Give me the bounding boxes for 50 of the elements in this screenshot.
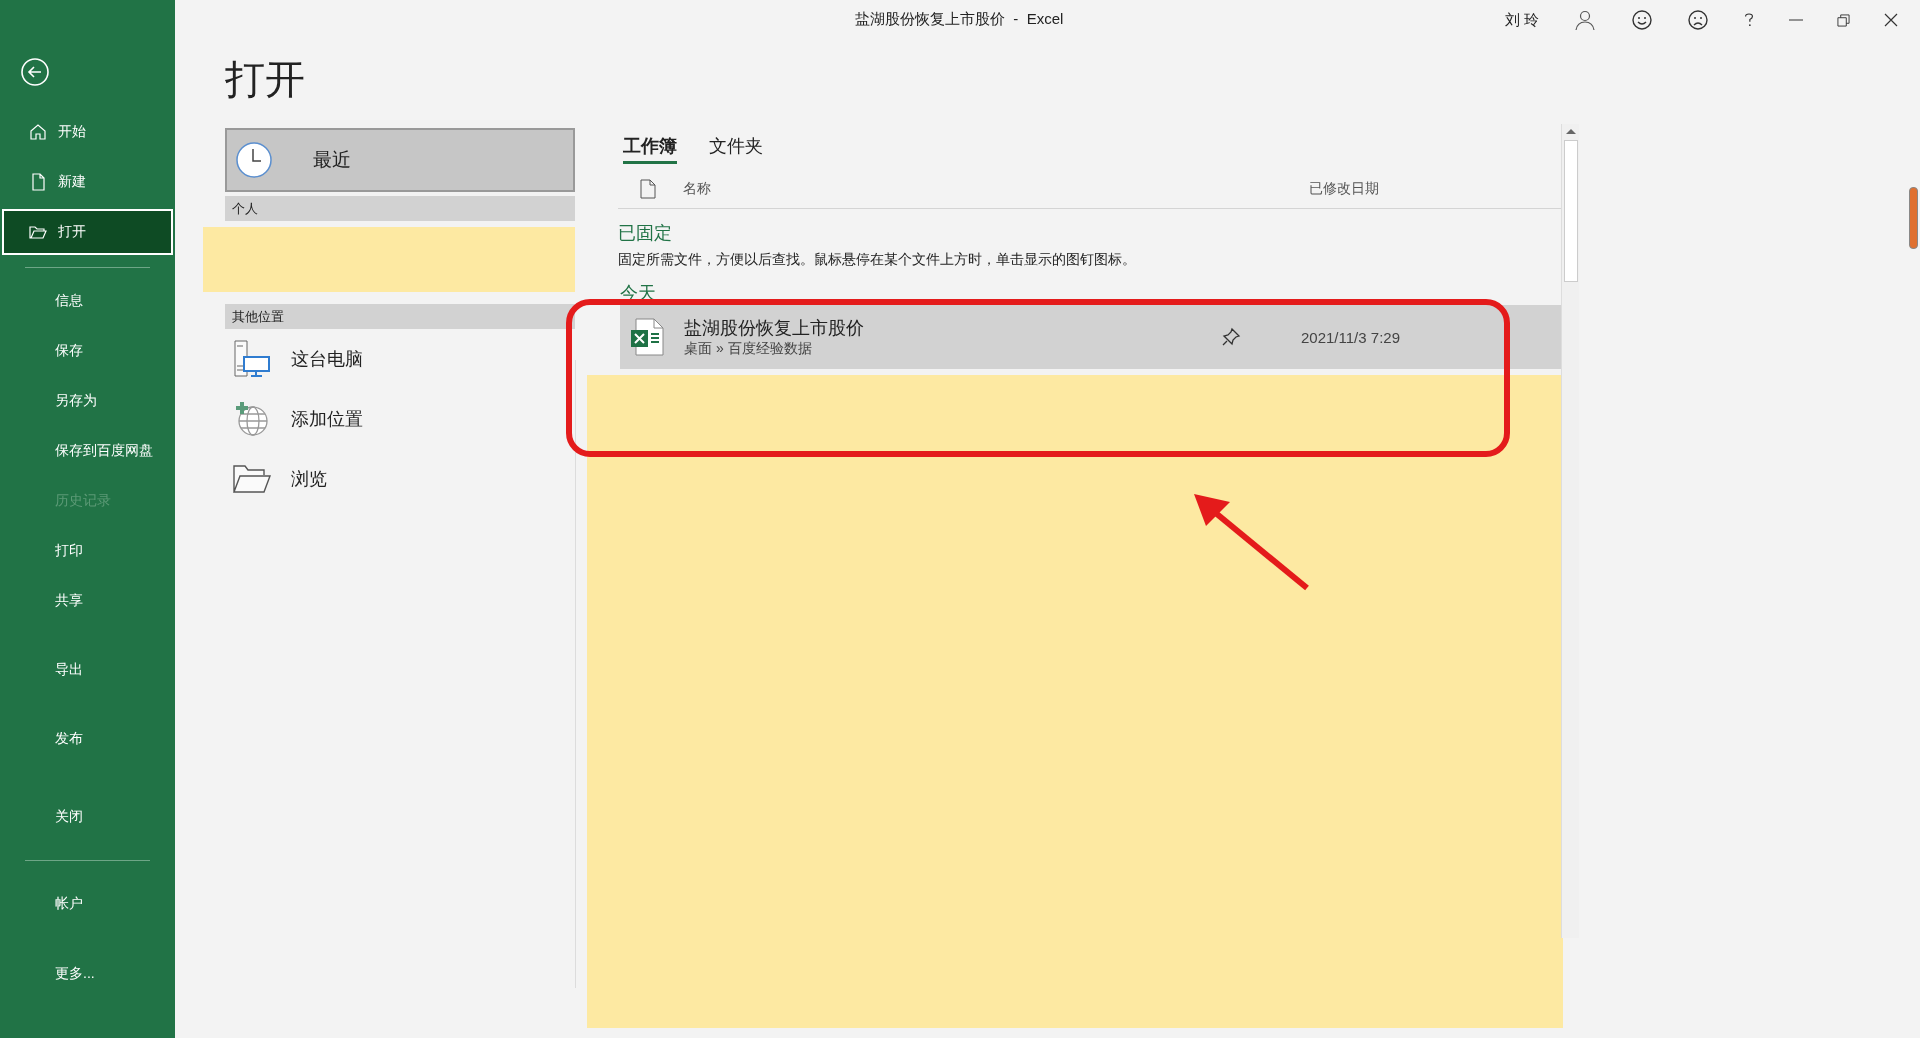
- sidebar-item[interactable]: 打印: [0, 526, 175, 576]
- pin-icon[interactable]: [1221, 327, 1241, 347]
- folder-icon: [233, 465, 271, 493]
- sidebar-item[interactable]: 更多...: [0, 939, 175, 1009]
- user-name: 刘 玲: [1504, 10, 1539, 30]
- smile-icon[interactable]: [1631, 9, 1653, 31]
- scroll-up-icon[interactable]: [1565, 128, 1576, 134]
- sidebar-item[interactable]: 发布: [0, 714, 175, 764]
- restore-icon[interactable]: [1837, 13, 1850, 27]
- sidebar-item[interactable]: 共享: [0, 576, 175, 626]
- section-header: 其他位置: [225, 304, 575, 329]
- computer-icon: [233, 340, 271, 378]
- sidebar-item[interactable]: 打开: [2, 209, 173, 255]
- tab[interactable]: 文件夹: [709, 134, 763, 164]
- sidebar-item[interactable]: 开始: [2, 109, 173, 155]
- sidebar-item[interactable]: 保存: [0, 326, 175, 376]
- pinned-hint: 固定所需文件，方便以后查找。鼠标悬停在某个文件上方时，单击显示的图钉图标。: [618, 251, 1137, 269]
- sidebar-item[interactable]: 另存为: [0, 376, 175, 426]
- sidebar-item[interactable]: 信息: [0, 276, 175, 326]
- close-icon[interactable]: [1884, 13, 1898, 27]
- file-name: 盐湖股份恢复上市股价: [684, 317, 865, 340]
- document-icon: [640, 179, 656, 199]
- globe-add-icon: [233, 401, 271, 437]
- column-header[interactable]: 名称: [683, 180, 711, 198]
- location-item[interactable]: 这台电脑: [225, 329, 575, 389]
- help-icon[interactable]: [1743, 12, 1755, 28]
- window-title: 盐湖股份恢复上市股价 - Excel: [855, 10, 1064, 29]
- sidebar-item[interactable]: 关闭: [0, 792, 175, 842]
- file-row[interactable]: 盐湖股份恢复上市股价 桌面 » 百度经验数据 2021/11/3 7:29: [620, 305, 1561, 369]
- frown-icon[interactable]: [1687, 9, 1709, 31]
- tab[interactable]: 工作簿: [623, 134, 677, 164]
- modified-date: 2021/11/3 7:29: [1301, 328, 1401, 346]
- scroll-thumb[interactable]: [1563, 140, 1578, 282]
- location-item[interactable]: 添加位置: [225, 389, 575, 449]
- scroll-indicator: [1909, 187, 1918, 249]
- section-header: 个人: [225, 196, 575, 221]
- file-path: 桌面 » 百度经验数据: [684, 340, 813, 358]
- group-heading: 已固定: [618, 222, 673, 245]
- sidebar-item[interactable]: 保存到百度网盘: [0, 426, 175, 476]
- home-icon: [28, 122, 48, 142]
- sidebar-item[interactable]: 导出: [0, 645, 175, 695]
- column-header[interactable]: 已修改日期: [1309, 180, 1379, 198]
- page-title: 打开: [225, 56, 306, 103]
- sidebar-item[interactable]: 帐户: [0, 869, 175, 939]
- recent-button[interactable]: 最近: [225, 128, 575, 192]
- avatar-icon[interactable]: [1573, 8, 1597, 32]
- sidebar-item[interactable]: 新建: [2, 159, 173, 205]
- excel-file-icon: [630, 318, 664, 356]
- location-item[interactable]: 浏览: [225, 449, 575, 509]
- clock-icon: [235, 141, 273, 179]
